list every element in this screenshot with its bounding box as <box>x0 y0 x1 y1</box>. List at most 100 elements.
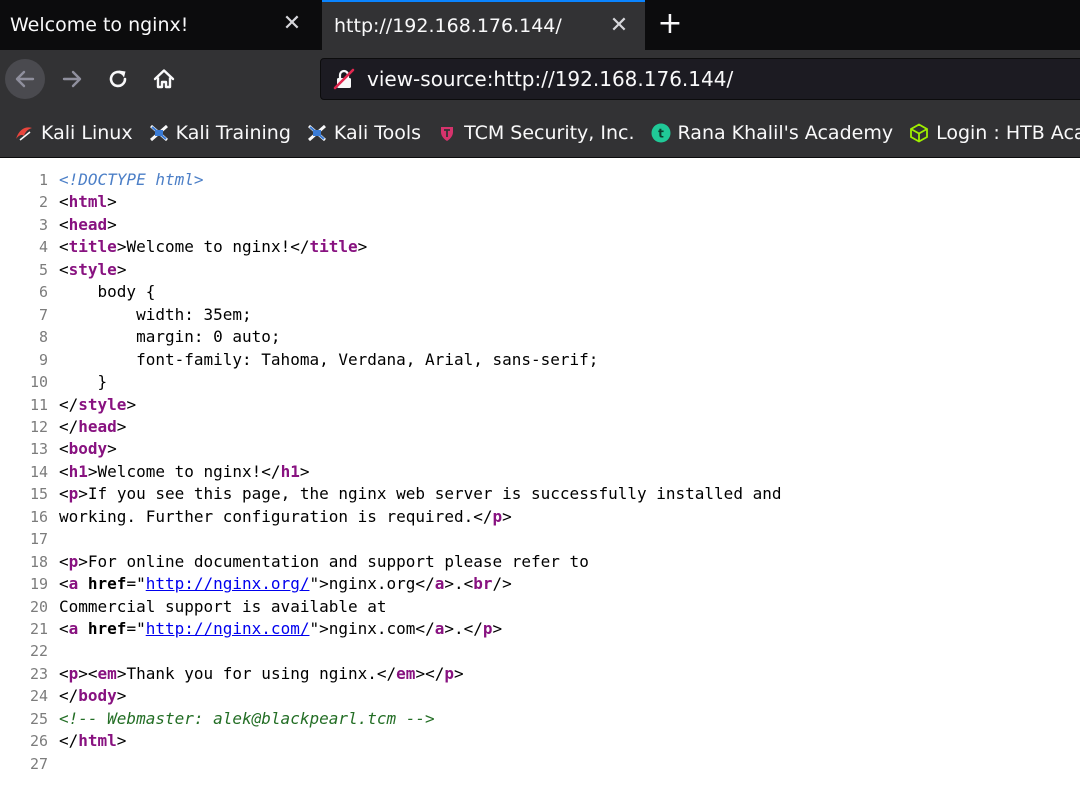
source-tag-name: p <box>68 551 79 571</box>
source-comment: <!-- Webmaster: alek@blackpearl.tcm --> <box>59 708 435 728</box>
back-arrow-icon <box>15 70 35 88</box>
source-text: < <box>59 214 69 234</box>
line-number: 6 <box>38 283 48 302</box>
line-code: </head> <box>59 416 126 438</box>
source-text: </ <box>59 686 79 706</box>
source-text: } <box>59 372 108 392</box>
source-tag-name: title <box>68 237 117 257</box>
source-tag-name: html <box>68 192 108 212</box>
view-source-content: 1 <!DOCTYPE html> 2 <html> 3 <head> 4 <title>We… <box>0 158 1080 790</box>
new-tab-button[interactable]: + <box>652 6 688 42</box>
source-text: </ <box>59 731 79 751</box>
line-code: } <box>59 371 108 393</box>
source-text: body { <box>59 282 156 302</box>
source-text: >Welcome to nginx!</ <box>87 461 281 481</box>
source-text: > <box>116 686 127 706</box>
source-tag-name: a <box>434 574 445 594</box>
source-text: < <box>59 439 69 459</box>
line-number: 11 <box>29 395 48 414</box>
line-code: </html> <box>59 730 126 752</box>
navigation-toolbar: view-source:http://192.168.176.144/ <box>0 50 1080 108</box>
line-code: margin: 0 auto; <box>59 326 281 348</box>
line-code: <style> <box>59 259 126 281</box>
forward-arrow-icon <box>62 70 82 88</box>
home-button[interactable] <box>144 59 184 99</box>
source-text: < <box>59 461 69 481</box>
reload-button[interactable] <box>98 59 138 99</box>
source-text: <!DOCTYPE html> <box>59 170 204 189</box>
tab-title: http://192.168.176.144/ <box>334 15 562 37</box>
source-text: < <box>59 192 69 212</box>
address-bar[interactable]: view-source:http://192.168.176.144/ <box>320 58 1080 100</box>
source-text: >.< <box>444 574 474 594</box>
source-text: < <box>59 619 69 638</box>
close-icon[interactable]: ✕ <box>280 12 304 36</box>
htb-cube-icon <box>910 122 928 143</box>
insecure-lock-icon[interactable] <box>333 68 355 90</box>
source-text: href <box>87 574 127 594</box>
bookmark-kali-training[interactable]: Kali Training <box>149 122 291 144</box>
tab-view-source[interactable]: http://192.168.176.144/ ✕ <box>322 0 645 50</box>
source-tag-name: style <box>78 394 127 414</box>
line-number: 16 <box>29 507 48 526</box>
url-text[interactable]: view-source:http://192.168.176.144/ <box>367 67 733 91</box>
line-code: <h1>Welcome to nginx!</h1> <box>59 461 309 483</box>
forward-button[interactable] <box>52 59 92 99</box>
source-tag-name: a <box>434 619 445 638</box>
line-code: <!DOCTYPE html> <box>59 169 204 191</box>
close-icon[interactable]: ✕ <box>607 14 631 38</box>
source-tag-name: body <box>78 686 117 706</box>
bookmark-htb-academy[interactable]: Login : HTB Acad <box>909 122 1080 144</box>
source-text: =" <box>126 574 146 594</box>
line-number: 25 <box>29 709 48 728</box>
source-text: > <box>107 439 117 459</box>
bookmark-label: Rana Khalil's Academy <box>677 121 894 144</box>
line-code: <head> <box>59 214 117 236</box>
bookmark-kali-tools[interactable]: Kali Tools <box>307 122 421 144</box>
bookmark-rana-khalil-academy[interactable]: t Rana Khalil's Academy <box>651 121 894 144</box>
source-tag-name: br <box>473 574 493 594</box>
source-tag-name: body <box>68 439 108 459</box>
line-code: </style> <box>59 394 136 416</box>
line-code: <!-- Webmaster: alek@blackpearl.tcm --> <box>59 708 435 730</box>
line-number: 8 <box>38 328 48 347</box>
source-text: < <box>59 259 69 279</box>
source-text: > <box>126 394 137 414</box>
source-tag-name: p <box>68 663 79 683</box>
source-text: > <box>116 731 127 751</box>
bookmark-tcm-security[interactable]: TCM Security, Inc. <box>437 122 635 144</box>
reload-icon <box>109 70 127 88</box>
source-link[interactable]: http://nginx.org/ <box>146 574 310 593</box>
source-text: Commercial support is available at <box>59 596 387 616</box>
home-icon <box>153 69 175 89</box>
line-code: <html> <box>59 191 117 213</box>
tcm-icon <box>441 126 454 141</box>
line-number: 22 <box>29 642 48 661</box>
source-text: width: 35em; <box>59 304 252 324</box>
line-code: font-family: Tahoma, Verdana, Arial, san… <box>59 349 598 371</box>
line-number: 4 <box>38 238 48 257</box>
source-link[interactable]: http://nginx.com/ <box>146 619 310 638</box>
line-code: <p>If you see this page, the nginx web s… <box>59 483 781 505</box>
svg-text:t: t <box>658 126 664 140</box>
source-tag-name: head <box>68 214 108 234</box>
source-text: >For online documentation and support pl… <box>78 551 589 571</box>
line-code: <p><em>Thank you for using nginx.</em></… <box>59 663 464 685</box>
source-tag-name: style <box>68 259 117 279</box>
line-number: 9 <box>38 350 48 369</box>
bookmark-kali-linux[interactable]: Kali Linux <box>14 122 133 144</box>
back-button[interactable] <box>5 59 45 99</box>
line-number: 15 <box>29 485 48 504</box>
source-text: > <box>492 619 503 638</box>
source-text: </ <box>59 416 79 436</box>
source-text: > <box>107 214 117 234</box>
source-text: >< <box>78 663 98 683</box>
line-number: 23 <box>29 664 48 683</box>
source-text: < <box>59 237 69 257</box>
source-text: working. Further configuration is requir… <box>59 506 493 526</box>
line-number: 5 <box>38 260 48 279</box>
line-number: 13 <box>29 440 48 459</box>
source-tag-name: title <box>309 237 358 257</box>
source-text: > <box>502 506 512 526</box>
tab-welcome-nginx[interactable]: Welcome to nginx! ✕ <box>0 0 318 50</box>
